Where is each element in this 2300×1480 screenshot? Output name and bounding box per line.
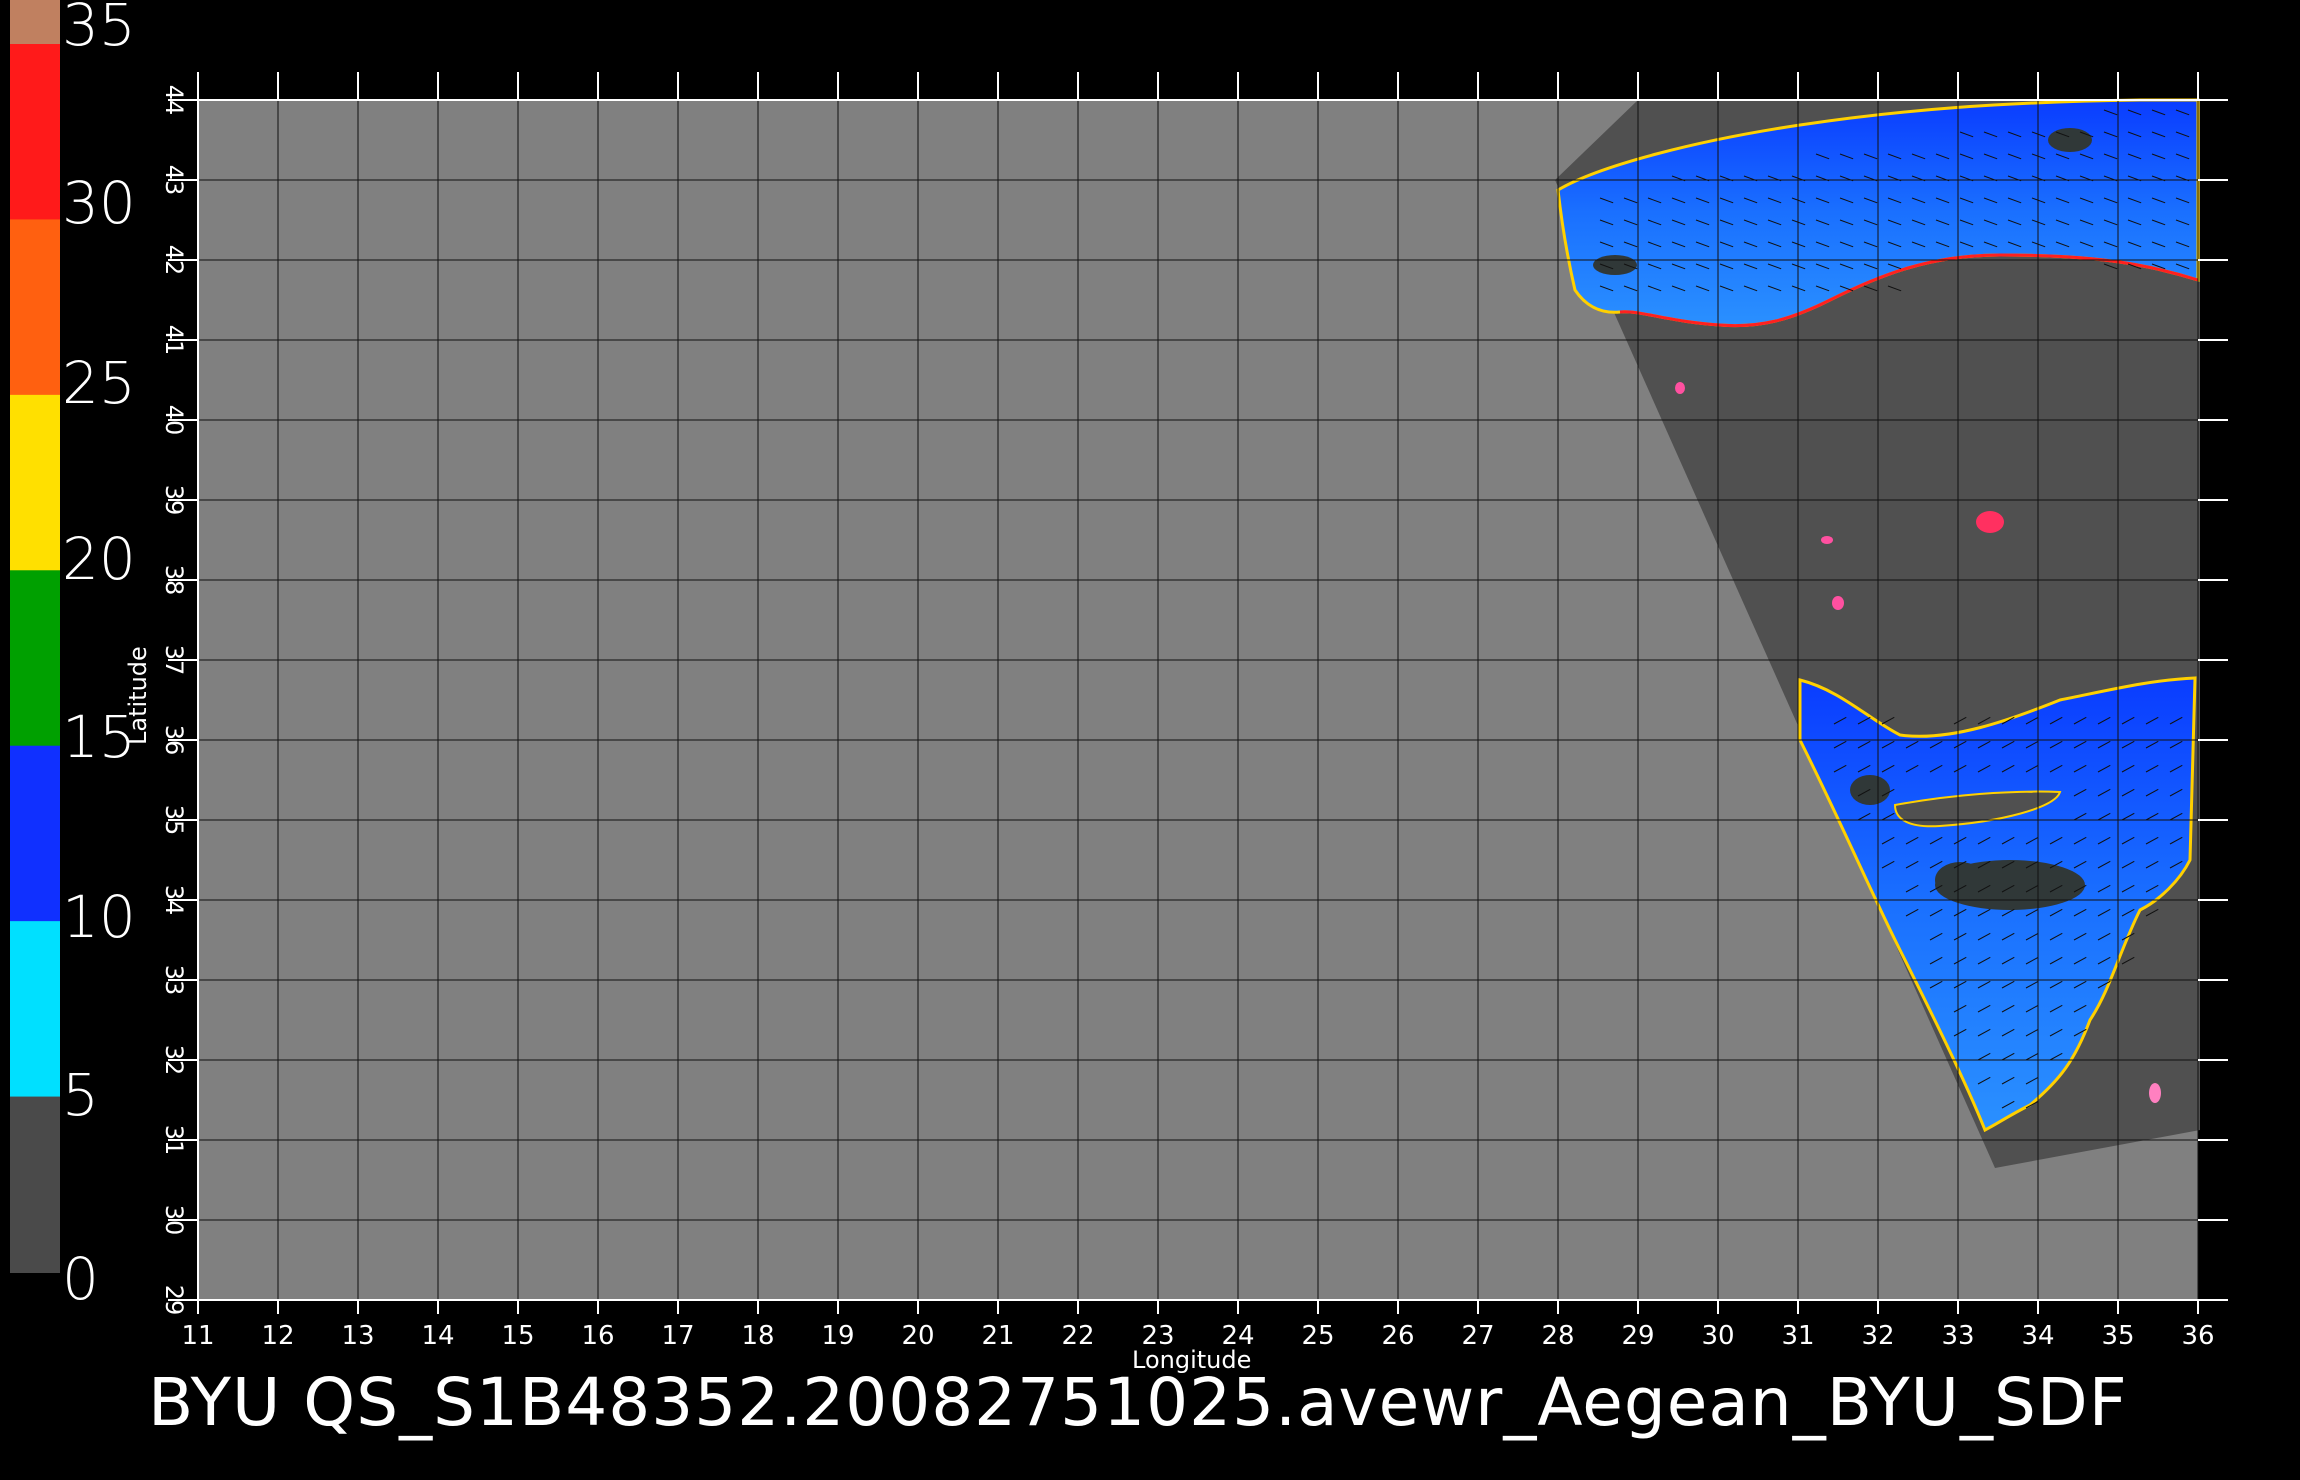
colorbar-label: 35 <box>62 0 136 59</box>
x-tick-label: 27 <box>1461 1321 1494 1351</box>
y-tick-label: 43 <box>160 165 188 196</box>
colorbar-segment-top <box>10 0 60 44</box>
x-tick-label: 31 <box>1781 1321 1814 1351</box>
colorbar-label: 5 <box>62 1061 99 1129</box>
y-tick-label: 41 <box>160 325 188 356</box>
x-tick-label: 32 <box>1861 1321 1894 1351</box>
x-tick-label: 22 <box>1061 1321 1094 1351</box>
footer-title: BYU QS_S1B48352.20082751025.avewr_Aegean… <box>148 1364 2128 1441</box>
colorbar-label: 30 <box>62 169 136 237</box>
colorbar-segment <box>10 44 60 221</box>
x-tick-label: 15 <box>501 1321 534 1351</box>
x-tick-label: 34 <box>2021 1321 2054 1351</box>
x-tick-label: 29 <box>1621 1321 1654 1351</box>
x-tick-label: 13 <box>341 1321 374 1351</box>
colorbar-segment <box>10 219 60 396</box>
x-tick-label: 35 <box>2101 1321 2134 1351</box>
colorbar-label: 25 <box>62 349 136 417</box>
x-tick-label: 30 <box>1701 1321 1734 1351</box>
y-tick-label: 33 <box>160 965 188 996</box>
x-tick-label: 21 <box>981 1321 1014 1351</box>
y-tick-label: 37 <box>160 645 188 676</box>
x-tick-label: 11 <box>181 1321 214 1351</box>
colorbar-segment <box>10 745 60 923</box>
x-tick-label: 28 <box>1541 1321 1574 1351</box>
y-tick-label: 30 <box>160 1205 188 1236</box>
x-tick-label: 20 <box>901 1321 934 1351</box>
colorbar-segment <box>10 921 60 1098</box>
colorbar-label: 20 <box>62 525 136 593</box>
colorbar-label: 10 <box>62 883 136 951</box>
y-axis-title: Latitude <box>124 646 152 745</box>
y-tick-label: 39 <box>160 485 188 516</box>
y-tick-label: 32 <box>160 1045 188 1076</box>
colorbar-segment <box>10 394 60 572</box>
x-tick-label: 19 <box>821 1321 854 1351</box>
map-canvas: 11 12 13 14 15 16 17 18 19 20 21 22 23 24 25 26 27 28 29 30… <box>10 0 2228 1351</box>
y-tick-label: 44 <box>160 85 188 116</box>
y-tick-label: 42 <box>160 245 188 276</box>
x-tick-label: 33 <box>1941 1321 1974 1351</box>
y-tick-label: 38 <box>160 565 188 596</box>
x-tick-label: 18 <box>741 1321 774 1351</box>
colorbar-label: 0 <box>62 1245 99 1313</box>
y-tick-label: 31 <box>160 1125 188 1156</box>
x-tick-label: 14 <box>421 1321 454 1351</box>
x-tick-label: 25 <box>1301 1321 1334 1351</box>
y-tick-label: 40 <box>160 405 188 436</box>
x-tick-label: 36 <box>2181 1321 2214 1351</box>
colorbar-segment <box>10 1096 60 1273</box>
wind-speed-colorbar <box>10 0 60 1273</box>
y-tick-label: 29 <box>160 1285 188 1316</box>
x-tick-label: 12 <box>261 1321 294 1351</box>
y-tick-label: 36 <box>160 725 188 756</box>
y-tick-label: 34 <box>160 885 188 916</box>
colorbar-segment <box>10 570 60 747</box>
x-tick-label: 16 <box>581 1321 614 1351</box>
y-tick-label: 35 <box>160 805 188 836</box>
x-tick-label: 17 <box>661 1321 694 1351</box>
x-tick-label: 26 <box>1381 1321 1414 1351</box>
